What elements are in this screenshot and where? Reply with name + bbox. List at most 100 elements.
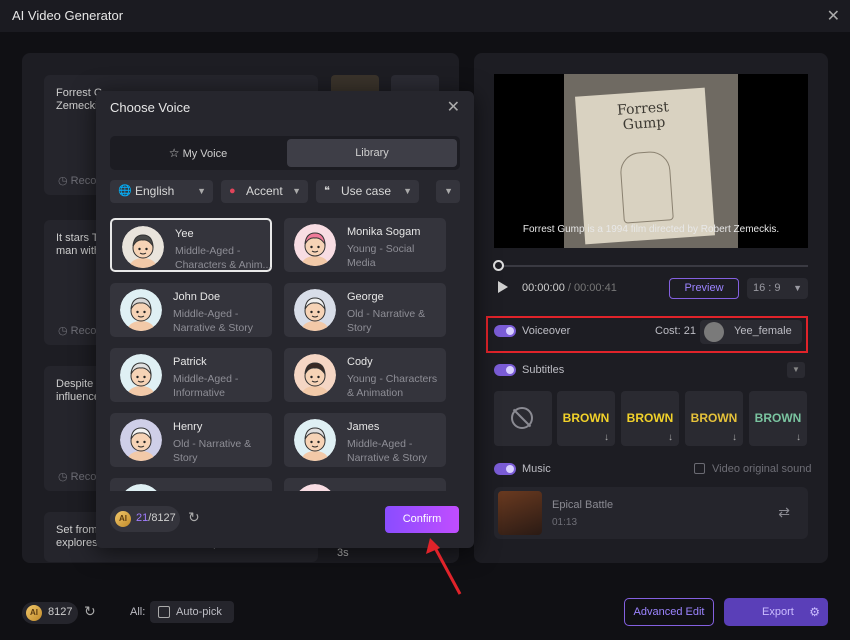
annotation-arrow bbox=[426, 538, 462, 595]
track-duration: 01:13 bbox=[552, 517, 578, 528]
dialog-title: Choose Voice bbox=[110, 100, 191, 115]
music-track-card[interactable]: Epical Battle 01:13 ⇄ bbox=[494, 487, 808, 539]
voice-card[interactable]: James Middle-Aged - Narrative & Story bbox=[284, 413, 446, 467]
voice-card[interactable]: Yee Middle-Aged - Characters & Anim... bbox=[110, 218, 272, 272]
voice-avatar bbox=[294, 224, 336, 266]
lips-icon: ● bbox=[229, 185, 236, 197]
aspect-ratio-select[interactable]: 16 : 9 ▼ bbox=[747, 278, 808, 299]
voice-avatar bbox=[294, 289, 336, 331]
export-label: Export bbox=[762, 606, 794, 618]
voice-name: John Doe bbox=[173, 291, 221, 303]
voice-description: Old - Narrative & Story bbox=[173, 438, 252, 464]
title-bar: AI Video Generator ✕ bbox=[0, 0, 850, 32]
voice-list[interactable]: Yee Middle-Aged - Characters & Anim... Mon… bbox=[110, 218, 462, 491]
subtitles-label: Subtitles bbox=[522, 364, 565, 376]
video-caption: Forrest Gump is a 1994 film directed by … bbox=[522, 224, 780, 235]
voice-name: Patrick bbox=[173, 356, 207, 368]
voice-avatar bbox=[294, 419, 336, 461]
subtitle-style-none[interactable] bbox=[494, 391, 552, 446]
coin-icon: AI bbox=[115, 511, 131, 527]
time-display: 00:00:00 / 00:00:41 bbox=[522, 282, 617, 294]
subtitle-style-preview: BROWN bbox=[754, 411, 802, 425]
voice-card[interactable] bbox=[284, 478, 446, 491]
play-icon[interactable] bbox=[498, 281, 508, 293]
poster-image: Forrest Gump bbox=[574, 87, 716, 245]
image-icon bbox=[158, 606, 170, 618]
voice-description: Middle-Aged - Narrative & Story bbox=[347, 438, 427, 464]
credits-used: 21 bbox=[136, 512, 149, 524]
voice-name: Yee bbox=[175, 228, 194, 240]
use-case-filter[interactable]: ❝ Use case ▼ bbox=[316, 180, 419, 203]
timeline-scrubber[interactable] bbox=[493, 260, 504, 271]
coin-icon: AI bbox=[26, 605, 42, 621]
export-button[interactable]: Export ⚙ bbox=[724, 598, 828, 626]
gear-icon[interactable]: ⚙ bbox=[809, 598, 820, 626]
auto-pick-label: Auto-pick bbox=[176, 606, 222, 618]
tab-my-voice[interactable]: ☆ My Voice bbox=[113, 139, 283, 167]
aspect-ratio-value: 16 : 9 bbox=[753, 282, 781, 294]
quote-icon: ❝ bbox=[324, 185, 330, 197]
more-filters-button[interactable]: ▼ bbox=[436, 180, 460, 203]
music-label: Music bbox=[522, 463, 551, 475]
voice-avatar bbox=[122, 226, 164, 268]
all-label: All: bbox=[130, 606, 146, 618]
subtitle-style-option[interactable]: BROWN ↓ bbox=[685, 391, 743, 446]
voice-avatar bbox=[294, 484, 336, 491]
voice-card[interactable]: Henry Old - Narrative & Story bbox=[110, 413, 272, 467]
record-button[interactable]: ◷ Reco bbox=[58, 470, 96, 483]
close-icon[interactable]: ✕ bbox=[447, 97, 460, 117]
close-icon[interactable]: ✕ bbox=[827, 6, 840, 26]
chevron-down-icon[interactable]: ▼ bbox=[787, 362, 805, 378]
subtitle-style-preview: BROWN bbox=[562, 411, 610, 425]
swap-icon[interactable]: ⇄ bbox=[778, 504, 790, 521]
voice-description: Middle-Aged - Informative bbox=[173, 373, 239, 399]
choose-voice-dialog: Choose Voice ✕ ☆ My Voice Library 🌐 Engli… bbox=[96, 91, 474, 548]
record-button[interactable]: ◷ Reco bbox=[58, 324, 96, 337]
refresh-icon[interactable]: ↻ bbox=[188, 509, 200, 526]
original-sound-label: Video original sound bbox=[712, 463, 812, 475]
album-art bbox=[498, 491, 542, 535]
original-sound-checkbox[interactable] bbox=[694, 463, 705, 474]
voice-card[interactable] bbox=[110, 478, 272, 491]
record-button[interactable]: ◷ Reco bbox=[58, 174, 96, 187]
accent-filter[interactable]: ● Accent ▼ bbox=[221, 180, 308, 203]
voice-tabs: ☆ My Voice Library bbox=[110, 136, 460, 170]
language-filter[interactable]: 🌐 English ▼ bbox=[110, 180, 213, 203]
voice-card[interactable]: Cody Young - Characters & Animation bbox=[284, 348, 446, 402]
auto-pick-button[interactable]: Auto-pick bbox=[150, 601, 234, 623]
voice-card[interactable]: Patrick Middle-Aged - Informative bbox=[110, 348, 272, 402]
credit-usage: AI 21/8127 bbox=[110, 506, 180, 532]
voice-card[interactable]: George Old - Narrative & Story bbox=[284, 283, 446, 337]
subtitle-style-option[interactable]: BROWN ↓ bbox=[749, 391, 807, 446]
star-icon: ☆ bbox=[168, 146, 180, 160]
preview-button[interactable]: Preview bbox=[669, 278, 739, 299]
voice-name: James bbox=[347, 421, 380, 433]
chevron-down-icon: ▼ bbox=[197, 186, 206, 196]
voice-description: Young - Characters & Animation bbox=[347, 373, 438, 399]
voice-avatar bbox=[120, 419, 162, 461]
voice-avatar bbox=[294, 354, 336, 396]
timeline-track[interactable] bbox=[498, 265, 808, 267]
subtitle-style-option[interactable]: BROWN ↓ bbox=[557, 391, 615, 446]
refresh-icon[interactable]: ↻ bbox=[84, 603, 96, 620]
no-style-icon bbox=[511, 407, 533, 429]
voice-name: Monika Sogam bbox=[347, 226, 421, 238]
subtitle-style-option[interactable]: BROWN ↓ bbox=[621, 391, 679, 446]
advanced-edit-button[interactable]: Advanced Edit bbox=[624, 598, 714, 626]
voice-avatar bbox=[120, 354, 162, 396]
subtitles-toggle[interactable] bbox=[494, 364, 516, 376]
subtitle-style-preview: BROWN bbox=[626, 411, 674, 425]
track-title: Epical Battle bbox=[552, 499, 614, 511]
tab-library[interactable]: Library bbox=[287, 139, 457, 167]
confirm-button[interactable]: Confirm bbox=[385, 506, 459, 533]
voice-card[interactable]: Monika Sogam Young - Social Media bbox=[284, 218, 446, 272]
download-icon: ↓ bbox=[604, 432, 609, 443]
download-icon: ↓ bbox=[732, 432, 737, 443]
app-title: AI Video Generator bbox=[12, 8, 124, 23]
music-toggle[interactable] bbox=[494, 463, 516, 475]
credit-count: 8127 bbox=[48, 606, 73, 618]
globe-icon: 🌐 bbox=[118, 185, 132, 197]
download-icon: ↓ bbox=[796, 432, 801, 443]
tab-label: My Voice bbox=[182, 148, 228, 160]
voice-card[interactable]: John Doe Middle-Aged - Narrative & Story bbox=[110, 283, 272, 337]
